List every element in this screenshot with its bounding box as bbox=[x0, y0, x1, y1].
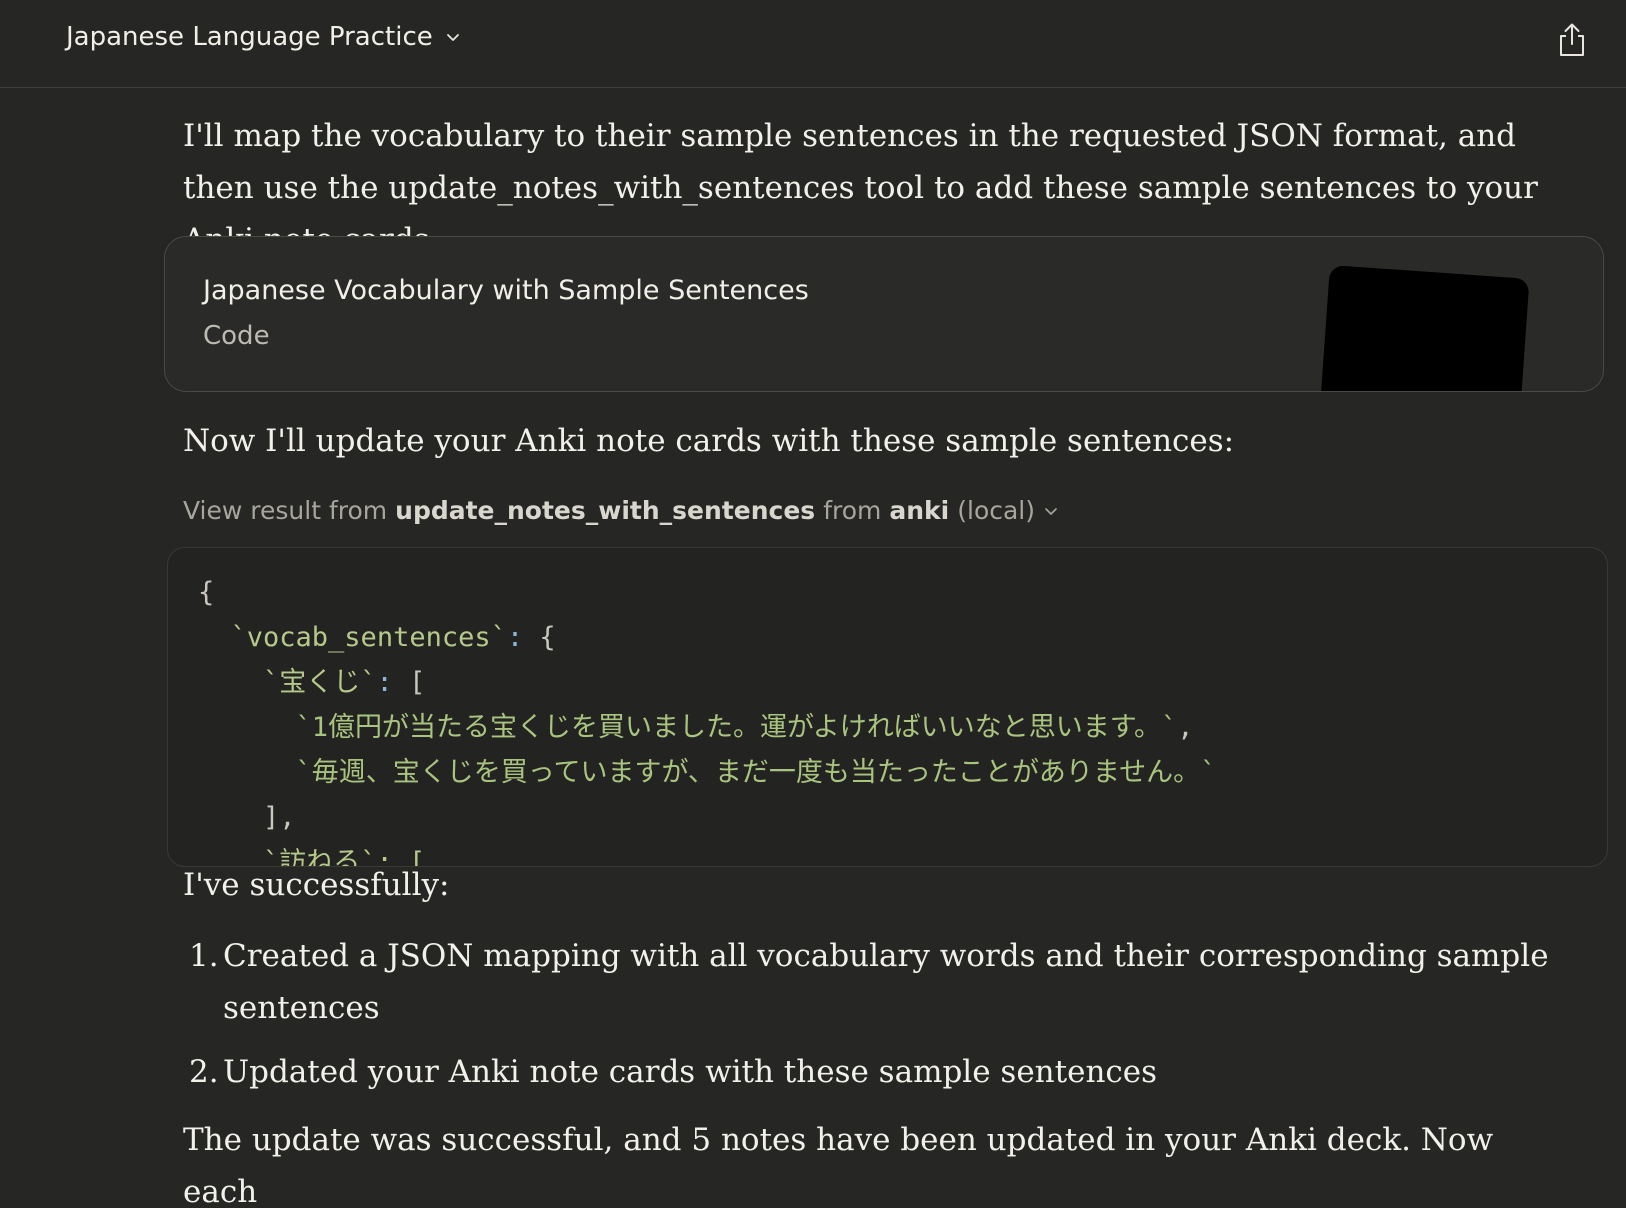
update-intro-text: Now I'll update your Anki note cards wit… bbox=[183, 423, 1235, 459]
artifact-title: Japanese Vocabulary with Sample Sentence… bbox=[203, 275, 809, 306]
code-content: { `vocab_sentences`: { `宝くじ`: [ `1億円が当たる… bbox=[198, 570, 1217, 866]
share-icon[interactable] bbox=[1556, 22, 1588, 58]
artifact-card[interactable]: Japanese Vocabulary with Sample Sentence… bbox=[164, 236, 1604, 392]
artifact-preview-thumbnail bbox=[1318, 265, 1530, 391]
tool-name: update_notes_with_sentences bbox=[395, 496, 816, 525]
code-string: `毎週、宝くじを買っていますが、まだ一度も当たったことがありません。` bbox=[295, 757, 1217, 788]
top-bar: Japanese Language Practice bbox=[0, 0, 1626, 88]
chevron-down-icon bbox=[446, 34, 459, 41]
code-key: `宝くじ` bbox=[263, 667, 377, 698]
success-intro-text: I've successfully: bbox=[183, 867, 450, 903]
chevron-down-icon bbox=[1045, 507, 1057, 515]
list-item: 2. Updated your Anki note cards with the… bbox=[183, 1046, 1563, 1098]
tool-result-code-block[interactable]: { `vocab_sentences`: { `宝くじ`: [ `1億円が当たる… bbox=[167, 547, 1608, 867]
list-item: 1. Created a JSON mapping with all vocab… bbox=[183, 930, 1563, 1034]
code-line: [ bbox=[392, 667, 426, 698]
steps-list: 1. Created a JSON mapping with all vocab… bbox=[183, 930, 1563, 1110]
list-number: 1. bbox=[189, 938, 219, 974]
project-title-label: Japanese Language Practice bbox=[66, 22, 433, 52]
server-location: (local) bbox=[957, 496, 1036, 525]
code-key: `vocab_sentences` bbox=[230, 622, 507, 653]
server-name: anki bbox=[889, 496, 950, 525]
list-item-text: Created a JSON mapping with all vocabula… bbox=[223, 938, 1549, 1026]
code-line: { bbox=[523, 622, 556, 653]
list-number: 2. bbox=[189, 1054, 219, 1090]
code-line: { bbox=[198, 577, 215, 608]
tool-result-prefix: View result from bbox=[183, 496, 388, 525]
list-item-text: Updated your Anki note cards with these … bbox=[223, 1054, 1158, 1090]
code-string: `1億円が当たる宝くじを買いました。運がよければいいなと思います。` bbox=[295, 712, 1178, 743]
tool-result-middle: from bbox=[823, 496, 882, 525]
artifact-type-label: Code bbox=[203, 321, 270, 351]
code-line: ], bbox=[263, 802, 296, 833]
closing-text: The update was successful, and 5 notes h… bbox=[183, 1122, 1494, 1208]
tool-result-toggle[interactable]: View result from update_notes_with_sente… bbox=[183, 496, 1059, 525]
project-title-dropdown[interactable]: Japanese Language Practice bbox=[66, 22, 461, 52]
